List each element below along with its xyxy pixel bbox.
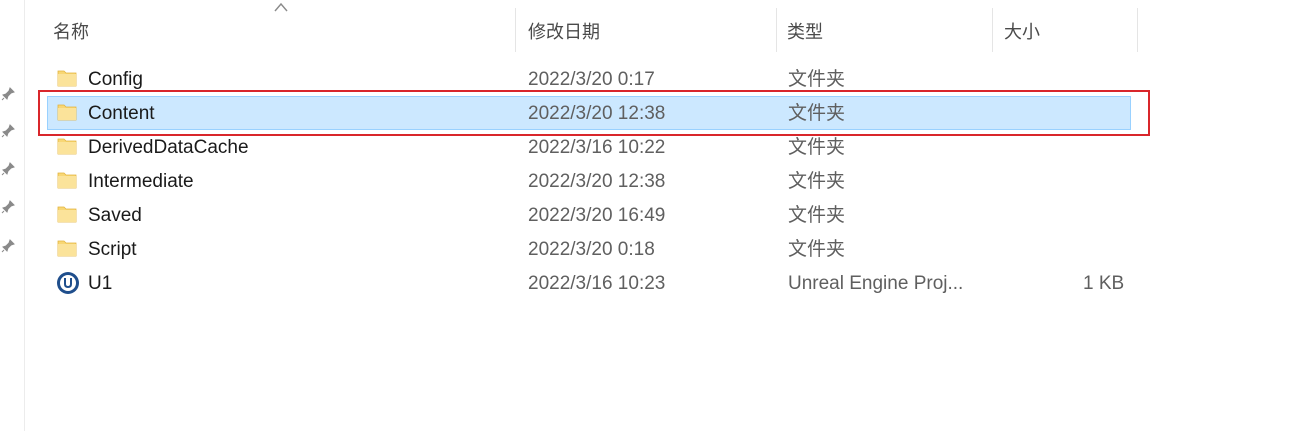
file-type: 文件夹 — [788, 239, 846, 260]
file-name: Saved — [88, 205, 142, 226]
folder-icon — [56, 169, 80, 193]
column-header-bar: 名称 修改日期 类型 大小 — [25, 0, 1304, 60]
file-row[interactable]: DerivedDataCache 2022/3/16 10:22 文件夹 — [25, 130, 1304, 164]
file-row[interactable]: Script 2022/3/20 0:18 文件夹 — [25, 232, 1304, 266]
file-type: 文件夹 — [788, 171, 846, 192]
folder-icon — [56, 135, 80, 159]
file-type: 文件夹 — [788, 137, 846, 158]
file-modified: 2022/3/20 0:18 — [528, 239, 655, 260]
file-modified: 2022/3/16 10:22 — [528, 137, 666, 158]
folder-icon — [56, 203, 80, 227]
file-modified: 2022/3/20 12:38 — [528, 171, 666, 192]
folder-icon — [56, 101, 80, 125]
file-modified: 2022/3/20 16:49 — [528, 205, 666, 226]
column-divider[interactable] — [515, 8, 516, 52]
file-name: Script — [88, 239, 137, 260]
file-modified: 2022/3/20 12:38 — [528, 103, 666, 124]
file-size: 1 KB — [1083, 273, 1125, 294]
column-header-type[interactable]: 类型 — [787, 0, 987, 52]
file-name: DerivedDataCache — [88, 137, 249, 158]
pin-icon[interactable] — [1, 124, 15, 138]
file-name: Content — [88, 103, 155, 124]
column-divider[interactable] — [992, 8, 993, 52]
pin-icon[interactable] — [1, 200, 15, 214]
column-header-modified[interactable]: 修改日期 — [528, 0, 773, 52]
navigation-pane — [0, 0, 25, 431]
file-row[interactable]: Saved 2022/3/20 16:49 文件夹 — [25, 198, 1304, 232]
column-header-name[interactable]: 名称 — [53, 0, 515, 52]
file-modified: 2022/3/16 10:23 — [528, 273, 666, 294]
column-divider[interactable] — [776, 8, 777, 52]
file-modified: 2022/3/20 0:17 — [528, 69, 655, 90]
file-row[interactable]: Intermediate 2022/3/20 12:38 文件夹 — [25, 164, 1304, 198]
file-type: 文件夹 — [788, 69, 846, 90]
folder-icon — [56, 237, 80, 261]
file-type: 文件夹 — [788, 205, 846, 226]
file-name: U1 — [88, 273, 113, 294]
unreal-engine-icon — [56, 271, 80, 295]
pin-icon[interactable] — [1, 87, 15, 101]
pin-icon[interactable] — [1, 162, 15, 176]
file-name: Intermediate — [88, 171, 194, 192]
column-header-size[interactable]: 大小 — [1004, 0, 1134, 52]
column-divider[interactable] — [1137, 8, 1138, 52]
file-type: 文件夹 — [788, 103, 846, 124]
file-row[interactable]: Config 2022/3/20 0:17 文件夹 — [25, 62, 1304, 96]
file-row[interactable]: U1 2022/3/16 10:23 Unreal Engine Proj...… — [25, 266, 1304, 300]
file-name: Config — [88, 69, 143, 90]
folder-icon — [56, 67, 80, 91]
file-row-selected[interactable]: Content 2022/3/20 12:38 文件夹 — [25, 96, 1304, 130]
file-type: Unreal Engine Proj... — [788, 273, 964, 294]
pin-icon[interactable] — [1, 239, 15, 253]
